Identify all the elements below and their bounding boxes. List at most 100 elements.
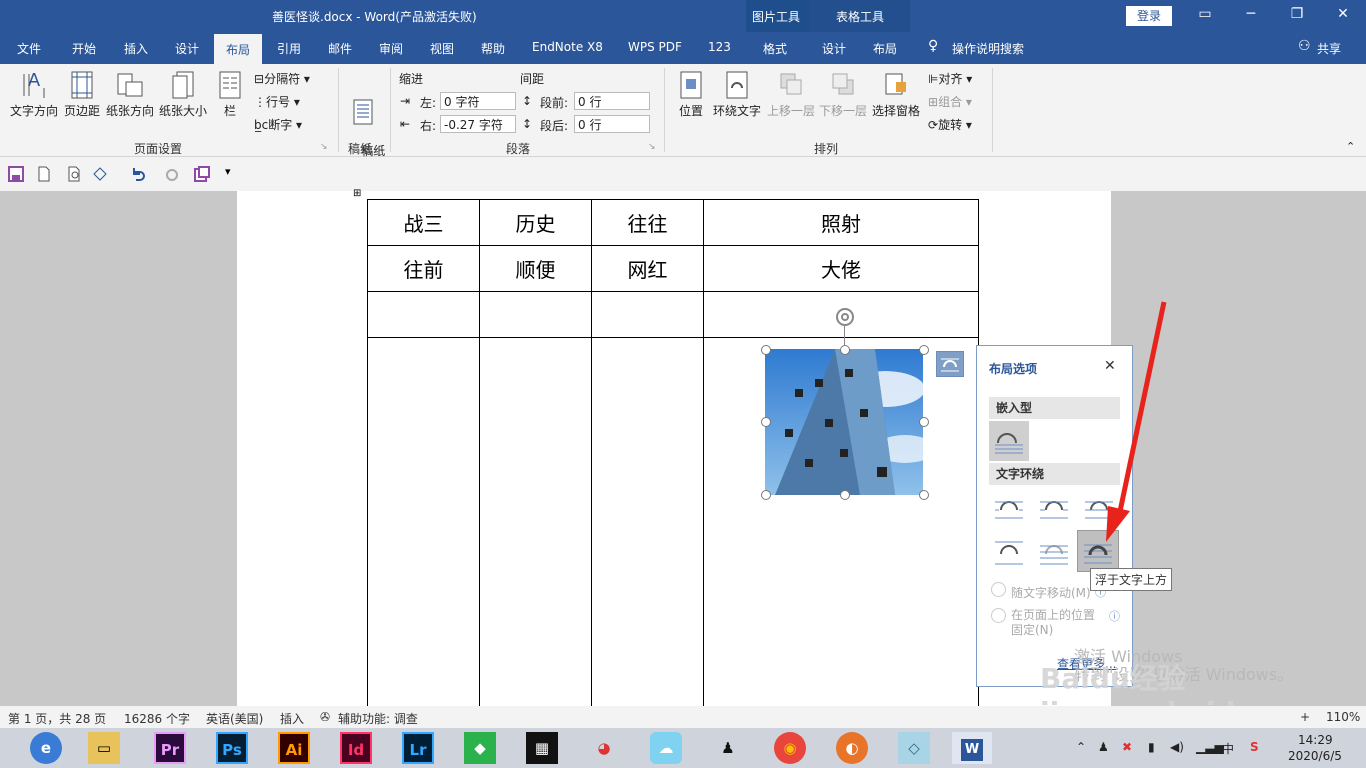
premiere-app-icon[interactable]: Pr xyxy=(154,732,186,764)
table-cell[interactable]: 历史 xyxy=(479,199,592,246)
move-with-text-radio[interactable] xyxy=(991,582,1006,597)
tab-wps-pdf[interactable]: WPS PDF xyxy=(628,40,682,54)
align-button[interactable]: ⊫对齐 ▾ xyxy=(928,70,972,87)
layout-options-icon[interactable] xyxy=(936,351,964,377)
tab-format[interactable]: 格式 xyxy=(763,40,787,57)
table-cell[interactable]: 往前 xyxy=(367,245,480,292)
tray-volume-icon[interactable]: ◀) xyxy=(1170,740,1184,754)
tray-battery-icon[interactable]: ▮ xyxy=(1148,740,1155,754)
resize-handle[interactable] xyxy=(761,345,771,355)
resize-handle[interactable] xyxy=(761,417,771,427)
group-button[interactable]: ⊞组合 ▾ xyxy=(928,93,972,110)
browser-app-icon[interactable]: e xyxy=(30,732,62,764)
paragraph-launcher-icon[interactable]: ↘ xyxy=(648,142,656,152)
resize-handle[interactable] xyxy=(761,490,771,500)
table-cell[interactable]: 照射 xyxy=(703,199,979,246)
columns-button[interactable]: 栏 xyxy=(214,70,246,119)
tab-file[interactable]: 文件 xyxy=(17,40,41,57)
copy-icon[interactable] xyxy=(194,166,210,182)
tab-123[interactable]: 123 xyxy=(708,40,731,54)
table-cell[interactable]: 网红 xyxy=(591,245,704,292)
position-button[interactable]: 位置 xyxy=(676,70,706,119)
margins-button[interactable]: 页边距 xyxy=(62,70,102,119)
orange-app-icon[interactable]: ◐ xyxy=(836,732,868,764)
tab-table-design[interactable]: 设计 xyxy=(822,40,846,57)
tab-references[interactable]: 引用 xyxy=(277,40,301,57)
insert-mode[interactable]: 插入 xyxy=(280,710,304,727)
undo-icon[interactable] xyxy=(130,166,146,182)
table-cell[interactable] xyxy=(479,337,592,719)
table-cell[interactable]: 大佬 xyxy=(703,245,979,292)
word-count[interactable]: 16286 个字 xyxy=(124,710,190,727)
tab-design[interactable]: 设计 xyxy=(175,40,199,57)
red-green-app-icon[interactable]: ◕ xyxy=(588,732,620,764)
hyphenation-button[interactable]: b̲c断字 ▾ xyxy=(254,116,302,133)
tab-home[interactable]: 开始 xyxy=(72,40,96,57)
resize-handle[interactable] xyxy=(919,417,929,427)
table-cell[interactable] xyxy=(367,291,480,338)
tab-view[interactable]: 视图 xyxy=(430,40,454,57)
lightroom-app-icon[interactable]: Lr xyxy=(402,732,434,764)
photoshop-app-icon[interactable]: Ps xyxy=(216,732,248,764)
ribbon-display-icon[interactable]: ▭ xyxy=(1190,6,1220,22)
page-setup-launcher-icon[interactable]: ↘ xyxy=(320,142,328,152)
wrap-text-button[interactable]: 环绕文字 xyxy=(712,70,762,119)
clock-time[interactable]: 14:29 xyxy=(1298,733,1333,747)
indent-right-input[interactable]: -0.27 字符 xyxy=(440,115,516,133)
line-numbers-button[interactable]: ⋮行号 ▾ xyxy=(254,93,300,110)
customize-qat-icon[interactable]: ▾ xyxy=(225,165,231,178)
tray-network-icon[interactable]: ✖ xyxy=(1122,740,1132,754)
size-button[interactable]: 纸张大小 xyxy=(157,70,209,119)
touch-mode-icon[interactable] xyxy=(92,166,108,182)
qq-app-icon[interactable]: ♟ xyxy=(712,732,744,764)
text-direction-button[interactable]: A 文字方向 xyxy=(8,70,60,119)
close-icon[interactable]: ✕ xyxy=(1328,6,1358,22)
behind-text-icon[interactable] xyxy=(1034,532,1074,572)
file-explorer-icon[interactable]: ▭ xyxy=(88,732,120,764)
building-picture[interactable] xyxy=(765,349,923,495)
share-button[interactable]: 共享 xyxy=(1317,40,1341,57)
tab-help[interactable]: 帮助 xyxy=(481,40,505,57)
glass-app-icon[interactable]: ◇ xyxy=(898,732,930,764)
tray-ime[interactable]: 中 xyxy=(1222,740,1234,757)
indesign-app-icon[interactable]: Id xyxy=(340,732,372,764)
green-app-icon[interactable]: ◆ xyxy=(464,732,496,764)
bring-forward-button[interactable]: 上移一层 xyxy=(766,70,816,119)
selection-pane-button[interactable]: 选择窗格 xyxy=(870,70,922,119)
table-cell[interactable]: 往往 xyxy=(591,199,704,246)
table-cell[interactable] xyxy=(367,337,480,719)
print-preview-icon[interactable] xyxy=(66,166,82,182)
zoom-in-icon[interactable]: + xyxy=(1300,710,1310,724)
inline-wrap-icon[interactable] xyxy=(989,421,1029,461)
tray-signal-icon[interactable]: ▁▃▅ xyxy=(1196,740,1224,754)
cloud-app-icon[interactable]: ☁ xyxy=(650,732,682,764)
tray-expand-icon[interactable]: ⌃ xyxy=(1076,740,1086,754)
tab-endnote[interactable]: EndNote X8 xyxy=(532,40,603,54)
tab-review[interactable]: 审阅 xyxy=(379,40,403,57)
tab-layout[interactable]: 布局 xyxy=(214,34,263,67)
redo-icon[interactable] xyxy=(164,166,180,182)
zoom-level[interactable]: 110% xyxy=(1326,710,1360,724)
table-cell[interactable] xyxy=(591,291,704,338)
tray-qq-icon[interactable]: ♟ xyxy=(1098,740,1109,754)
table-cell[interactable] xyxy=(479,291,592,338)
orientation-button[interactable]: 纸张方向 xyxy=(104,70,156,119)
illustrator-app-icon[interactable]: Ai xyxy=(278,732,310,764)
fix-position-radio[interactable] xyxy=(991,608,1006,623)
accessibility-status[interactable]: 辅助功能: 调查 xyxy=(338,710,418,727)
resize-handle[interactable] xyxy=(840,490,850,500)
save-icon[interactable] xyxy=(8,166,24,182)
resize-handle[interactable] xyxy=(840,345,850,355)
tight-wrap-icon[interactable] xyxy=(1034,488,1074,528)
top-bottom-wrap-icon[interactable] xyxy=(989,532,1029,572)
login-button[interactable]: 登录 xyxy=(1126,6,1172,26)
minimize-icon[interactable]: ─ xyxy=(1236,6,1266,22)
restore-icon[interactable]: ❐ xyxy=(1282,6,1312,22)
square-wrap-icon[interactable] xyxy=(989,488,1029,528)
chrome-app-icon[interactable]: ◉ xyxy=(774,732,806,764)
spacing-after-input[interactable]: 0 行 xyxy=(574,115,650,133)
resize-handle[interactable] xyxy=(919,490,929,500)
clock-date[interactable]: 2020/6/5 xyxy=(1288,749,1342,763)
tray-sogou-icon[interactable]: S xyxy=(1250,740,1259,754)
language[interactable]: 英语(美国) xyxy=(206,710,263,727)
